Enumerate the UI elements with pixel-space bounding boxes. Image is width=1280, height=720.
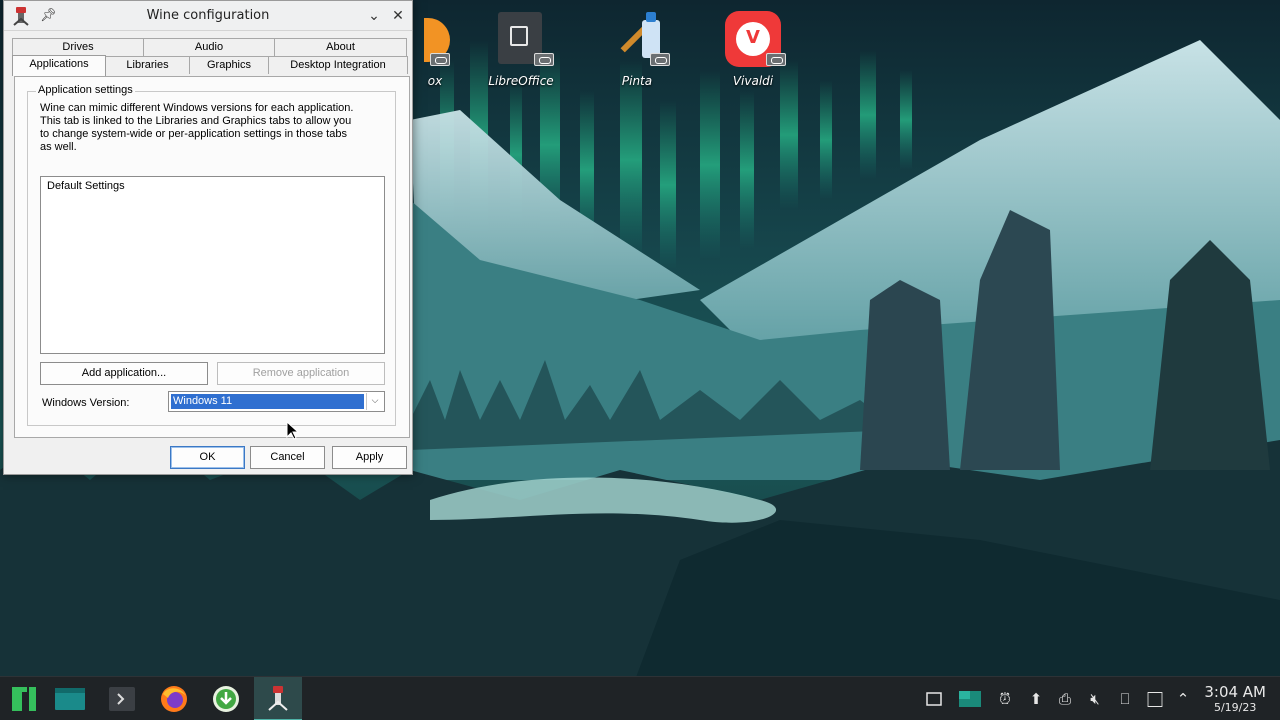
volume-muted-icon[interactable]: 🔇︎ (1081, 677, 1109, 720)
add-application-button[interactable]: Add application... (40, 362, 208, 385)
tab-libraries[interactable]: Libraries (105, 56, 190, 74)
libreoffice-icon (492, 10, 554, 68)
minimize-button[interactable]: ⌄ (364, 6, 384, 26)
desktop-icon-label: LibreOffice (488, 74, 554, 88)
wine-icon (268, 686, 288, 711)
desktop-icon-libreoffice[interactable]: LibreOffice (476, 10, 566, 88)
link-badge-icon (430, 53, 450, 66)
window-title: Wine configuration (146, 8, 270, 23)
tab-graphics[interactable]: Graphics (189, 56, 269, 74)
link-badge-icon (650, 53, 670, 66)
desktop-icon-pinta[interactable]: Pinta (592, 10, 682, 88)
show-desktop-icon[interactable] (920, 677, 948, 720)
window-titlebar[interactable]: 📌︎ Wine configuration ⌄ ✕ (4, 1, 412, 31)
vivaldi-icon: V (724, 10, 786, 68)
network-icon[interactable]: ⬜︎ (1141, 677, 1169, 720)
desktop-icon-label: Vivaldi (732, 74, 774, 88)
downloader-button[interactable] (202, 677, 250, 720)
file-manager-icon (55, 688, 85, 710)
cancel-button[interactable]: Cancel (250, 446, 325, 469)
wine-icon (13, 6, 29, 26)
link-badge-icon (766, 53, 786, 66)
wine-taskbar-button[interactable] (254, 677, 302, 720)
close-button[interactable]: ✕ (388, 6, 408, 26)
tab-applications[interactable]: Applications (12, 55, 106, 76)
applications-panel: Application settings Wine can mimic diff… (14, 76, 410, 438)
mouse-cursor-icon (286, 421, 300, 440)
tab-desktop-integration[interactable]: Desktop Integration (268, 56, 408, 74)
apply-button[interactable]: Apply (332, 446, 407, 469)
chevron-down-icon[interactable]: ⌵ (366, 393, 383, 410)
clock[interactable]: 3:04 AM 5/19/23 (1204, 683, 1266, 715)
terminal-button[interactable] (98, 677, 146, 720)
tab-audio[interactable]: Audio (143, 38, 275, 56)
downloader-icon (213, 686, 239, 712)
notifications-icon[interactable]: ⏰︎ (991, 677, 1019, 720)
clipboard-icon[interactable]: ⎙ (1051, 677, 1079, 720)
application-list[interactable]: Default Settings (40, 176, 385, 354)
firefox-icon (161, 686, 187, 712)
application-settings-group: Application settings Wine can mimic diff… (27, 84, 396, 426)
windows-version-value: Windows 11 (171, 394, 364, 409)
link-badge-icon (534, 53, 554, 66)
firefox-button[interactable] (150, 677, 198, 720)
clock-date: 5/19/23 (1213, 701, 1257, 714)
desktop-icon-vivaldi[interactable]: V Vivaldi (708, 10, 798, 88)
clock-time: 3:04 AM (1204, 683, 1266, 701)
tab-drives[interactable]: Drives (12, 38, 144, 56)
remove-application-button[interactable]: Remove application (217, 362, 385, 385)
description-text: Wine can mimic different Windows version… (40, 102, 354, 153)
list-item[interactable]: Default Settings (41, 177, 384, 195)
workspace-icon[interactable] (956, 677, 984, 720)
windows-version-label: Windows Version: (42, 397, 130, 409)
file-manager-button[interactable] (46, 677, 94, 720)
taskbar: ⏰︎ ⬆︎ ⎙ 🔇︎ ⎕ ⬜︎ ⌃ 3:04 AM 5/19/23 (0, 676, 1280, 720)
expand-tray-icon[interactable]: ⌃ (1169, 677, 1197, 720)
windows-version-select[interactable]: Windows 11 ⌵ (168, 391, 385, 412)
pin-icon[interactable]: 📌︎ (40, 8, 57, 23)
usb-icon[interactable]: ⎕ (1111, 677, 1139, 720)
manjaro-menu-button[interactable] (0, 677, 48, 720)
updates-icon[interactable]: ⬆︎ (1022, 677, 1050, 720)
tab-about[interactable]: About (274, 38, 407, 56)
terminal-icon (109, 687, 135, 711)
ok-button[interactable]: OK (170, 446, 245, 469)
desktop-icon-label: Pinta (621, 74, 653, 88)
group-title: Application settings (36, 84, 135, 96)
wine-configuration-window: 📌︎ Wine configuration ⌄ ✕ Drives Audio A… (3, 0, 413, 475)
pinta-icon (608, 10, 670, 68)
manjaro-menu-icon (12, 687, 36, 711)
